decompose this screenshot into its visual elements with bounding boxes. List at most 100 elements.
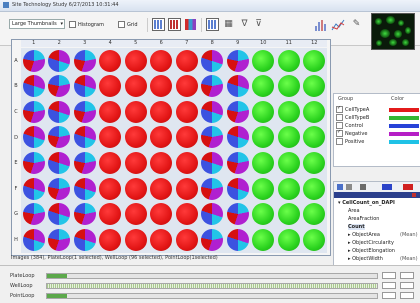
well[interactable] <box>150 126 172 149</box>
well[interactable] <box>175 151 198 174</box>
column-header[interactable]: 9 <box>225 40 251 47</box>
color-layout-button[interactable] <box>184 18 197 31</box>
well[interactable] <box>226 100 249 123</box>
well[interactable] <box>150 177 172 200</box>
well[interactable] <box>226 151 249 174</box>
filter-button[interactable]: ∇ <box>238 18 251 31</box>
well[interactable] <box>175 203 198 226</box>
histogram-checkbox[interactable] <box>69 21 76 28</box>
well[interactable] <box>48 100 70 123</box>
column-header[interactable]: 1 <box>21 40 47 47</box>
well[interactable] <box>252 75 274 98</box>
well[interactable] <box>277 151 300 174</box>
well[interactable] <box>303 203 325 226</box>
well[interactable] <box>303 100 325 123</box>
grid-toggle[interactable]: Grid <box>118 19 138 30</box>
well[interactable] <box>252 100 274 123</box>
column-header[interactable]: 7 <box>174 40 200 47</box>
well[interactable] <box>201 177 223 200</box>
column-header[interactable]: 10 <box>250 40 276 47</box>
well[interactable] <box>73 151 96 174</box>
row-header[interactable]: G <box>11 202 21 228</box>
well[interactable] <box>73 126 96 149</box>
feature-tree-item[interactable]: ▾ CellCount_on_DAPI <box>338 200 395 206</box>
well[interactable] <box>175 177 198 200</box>
well[interactable] <box>277 75 300 98</box>
well[interactable] <box>175 100 198 123</box>
row-header[interactable]: C <box>11 99 21 125</box>
loop-range-box[interactable] <box>400 282 414 289</box>
well[interactable] <box>277 203 300 226</box>
legend-color-swatch[interactable] <box>389 131 419 136</box>
sort-icon[interactable] <box>337 184 343 190</box>
well[interactable] <box>22 100 45 123</box>
legend-color-swatch[interactable] <box>389 115 419 120</box>
column-header[interactable]: 8 <box>199 40 225 47</box>
well[interactable] <box>124 228 147 251</box>
well[interactable] <box>277 49 300 72</box>
line-chart-button[interactable] <box>330 17 346 33</box>
well[interactable] <box>252 203 274 226</box>
well[interactable] <box>150 100 172 123</box>
well[interactable] <box>48 151 70 174</box>
well[interactable] <box>226 177 249 200</box>
well[interactable] <box>175 228 198 251</box>
well[interactable] <box>175 49 198 72</box>
legend-color-swatch[interactable] <box>389 139 419 144</box>
well[interactable] <box>201 228 223 251</box>
well[interactable] <box>226 203 249 226</box>
well[interactable] <box>150 75 172 98</box>
feature-tree-item[interactable]: Count <box>348 224 365 230</box>
column-header[interactable]: 5 <box>123 40 149 47</box>
loop-range-box[interactable] <box>382 282 396 289</box>
feature-tree-item[interactable]: Area <box>348 208 360 214</box>
well[interactable] <box>22 228 45 251</box>
loop-range-box[interactable] <box>382 272 396 279</box>
well[interactable] <box>124 49 147 72</box>
well[interactable] <box>124 177 147 200</box>
legend-color-swatch[interactable] <box>389 123 419 128</box>
legend-item[interactable]: Positive <box>336 138 419 145</box>
well[interactable] <box>150 228 172 251</box>
well[interactable] <box>252 177 274 200</box>
well[interactable] <box>303 177 325 200</box>
well[interactable] <box>150 49 172 72</box>
row-header[interactable]: B <box>11 74 21 100</box>
well[interactable] <box>124 126 147 149</box>
well[interactable] <box>99 49 121 72</box>
legend-checkbox[interactable] <box>336 138 343 145</box>
loop-range-box[interactable] <box>400 272 414 279</box>
loop-track[interactable] <box>46 282 378 289</box>
well[interactable] <box>99 100 121 123</box>
grid-checkbox[interactable] <box>118 21 125 28</box>
well[interactable] <box>252 126 274 149</box>
heatmap-button[interactable] <box>168 18 181 31</box>
well[interactable] <box>22 75 45 98</box>
well[interactable] <box>73 203 96 226</box>
histogram-chart-button[interactable] <box>313 17 329 33</box>
histogram-toggle[interactable]: Histogram <box>69 19 104 30</box>
well[interactable] <box>226 126 249 149</box>
well[interactable] <box>175 126 198 149</box>
legend-checkbox[interactable] <box>336 114 343 121</box>
well[interactable] <box>201 75 223 98</box>
palette-button[interactable]: ▦ <box>222 18 235 31</box>
row-header[interactable]: D <box>11 125 21 151</box>
well[interactable] <box>124 151 147 174</box>
well[interactable] <box>201 126 223 149</box>
feature-tree-item[interactable]: ▸ ObjectCircularity <box>348 240 394 246</box>
feature-tree-item[interactable]: ▸ ObjectArea (Mean) <box>348 232 418 238</box>
loop-slider[interactable]: PlateLoop <box>10 271 415 280</box>
legend-color-swatch[interactable] <box>389 107 419 112</box>
well[interactable] <box>277 177 300 200</box>
image-thumbnail[interactable] <box>371 13 415 50</box>
well[interactable] <box>99 151 121 174</box>
loop-track[interactable] <box>46 272 378 279</box>
edit-button[interactable]: ✎ <box>350 18 362 31</box>
well[interactable] <box>73 49 96 72</box>
well[interactable] <box>99 126 121 149</box>
legend-item[interactable]: Control <box>336 122 419 129</box>
filter-clear-button[interactable]: ⊽ <box>252 18 265 31</box>
filter-icon[interactable] <box>346 184 352 190</box>
well[interactable] <box>99 203 121 226</box>
